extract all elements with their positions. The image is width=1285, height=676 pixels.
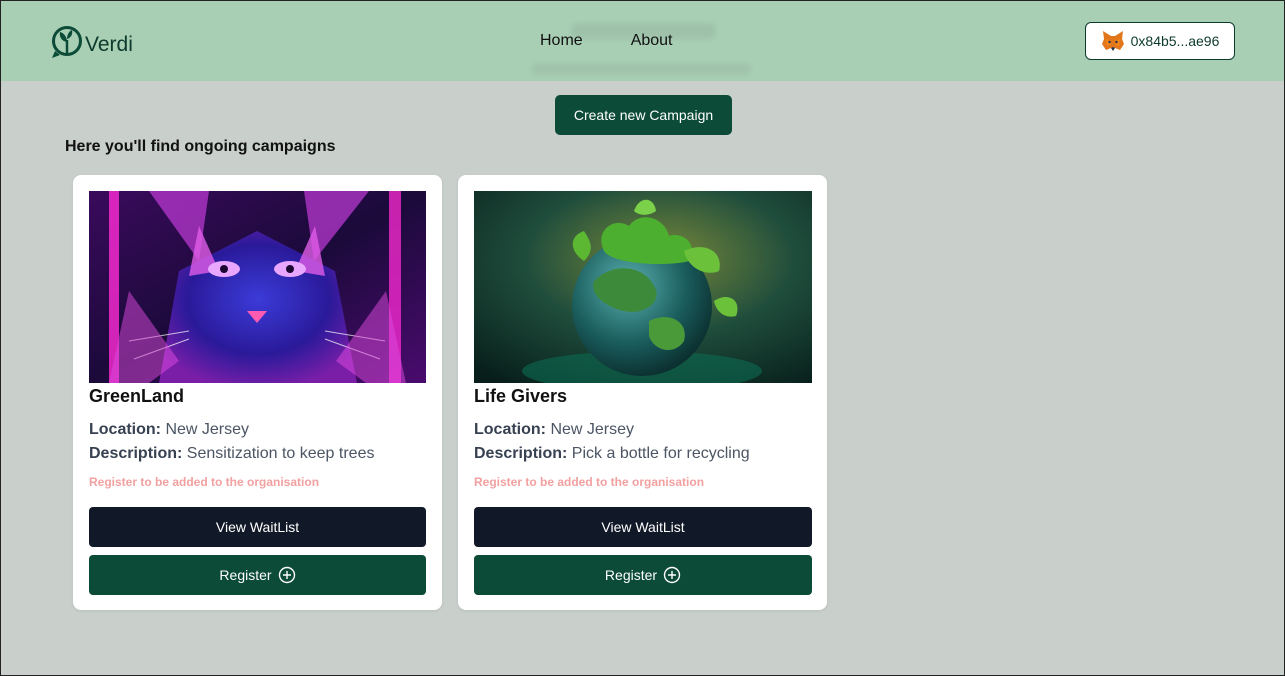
campaign-card: GreenLand Location: New Jersey Descripti… [73,175,442,610]
campaign-image [89,191,426,383]
campaign-card: Life Givers Location: New Jersey Descrip… [458,175,827,610]
register-button[interactable]: Register [89,555,426,595]
wallet-button[interactable]: 0x84b5...ae96 [1085,22,1235,60]
app-name: Verdi [85,33,133,56]
campaign-title: Life Givers [474,386,568,406]
register-label: Register [604,567,658,583]
logo[interactable]: Verdi [51,25,133,59]
nav-home[interactable]: Home [540,32,583,50]
top-header: Verdi Home About 0x84b5...ae96 [1,1,1284,81]
metamask-fox-icon [1101,31,1124,51]
plus-circle-icon [278,566,295,584]
background-text-blur [531,63,751,75]
location-label: Location: [474,421,546,438]
campaign-title: GreenLand [89,386,185,406]
description-label: Description: [474,445,568,462]
campaign-location: Location: New Jersey [89,421,249,439]
description-label: Description: [89,445,183,462]
location-value: New Jersey [165,421,250,438]
view-waitlist-button[interactable]: View WaitList [89,507,426,547]
description-value: Sensitization to keep trees [186,445,375,462]
register-note: Register to be added to the organisation [89,475,320,489]
register-label: Register [219,567,272,583]
campaign-location: Location: New Jersey [474,421,634,439]
location-value: New Jersey [550,421,635,438]
create-campaign-button[interactable]: Create new Campaign [555,95,732,135]
nav-about[interactable]: About [631,32,673,50]
register-note: Register to be added to the organisation [474,475,705,489]
campaign-image [474,191,812,383]
register-button[interactable]: Register [474,555,812,595]
leaf-logo-icon [52,26,82,58]
wallet-address: 0x84b5...ae96 [1130,33,1220,49]
section-heading: Here you'll find ongoing campaigns [65,138,336,155]
campaign-description: Description: Sensitization to keep trees [89,445,374,463]
campaign-description: Description: Pick a bottle for recycling [474,445,750,463]
main-nav: Home About [540,32,673,50]
location-label: Location: [89,421,161,438]
plus-circle-icon [663,566,681,584]
description-value: Pick a bottle for recycling [571,445,750,462]
view-waitlist-button[interactable]: View WaitList [474,507,812,547]
